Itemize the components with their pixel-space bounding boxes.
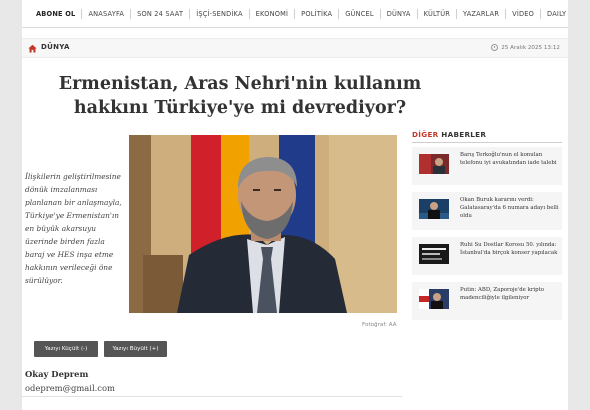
news-title[interactable]: Putin: ABD, Zaporoje'de kripto madencili… [460, 286, 560, 302]
nav-item-abone-ol[interactable]: ABONE OL [34, 8, 83, 19]
right-gutter [568, 0, 590, 410]
news-title[interactable]: Okan Buruk kararını verdi: Galatasaray'd… [460, 196, 560, 220]
article-title: Ermenistan, Aras Nehri'nin kullanım hakk… [58, 74, 422, 118]
top-nav: ABONE OL ANASAYFA SON 24 SAAT İŞÇİ-SENDİ… [22, 0, 568, 28]
sidebar-other-news: DİĞER HABERLER Barış Terkoğlu'nun el kon… [412, 130, 562, 320]
divider [22, 396, 402, 397]
nav-item-anasayfa[interactable]: ANASAYFA [82, 8, 132, 19]
page: ABONE OL ANASAYFA SON 24 SAAT İŞÇİ-SENDİ… [22, 0, 568, 410]
sidebar-heading-rest: HABERLER [438, 130, 487, 139]
nav-item-isci-sendika[interactable]: İŞÇİ-SENDİKA [190, 8, 250, 19]
news-item[interactable]: Putin: ABD, Zaporoje'de kripto madencili… [412, 282, 562, 320]
news-thumbnail[interactable] [419, 199, 449, 219]
news-item[interactable]: Okan Buruk kararını verdi: Galatasaray'd… [412, 192, 562, 230]
nav-item-guncel[interactable]: GÜNCEL [339, 8, 381, 19]
section-bar: DÜNYA 25 Aralık 2025 13:12 [22, 38, 568, 58]
news-thumbnail[interactable] [419, 154, 449, 174]
nav-item-son-24-saat[interactable]: SON 24 SAAT [131, 8, 191, 19]
clock-icon [491, 44, 499, 51]
left-gutter [0, 0, 22, 410]
news-thumbnail[interactable] [419, 244, 449, 264]
news-title[interactable]: Barış Terkoğlu'nun el konulan telefonu i… [460, 151, 560, 167]
nav-item-kultur[interactable]: KÜLTÜR [418, 8, 457, 19]
home-icon[interactable] [28, 44, 37, 53]
photo-illustration [129, 135, 397, 313]
news-thumbnail[interactable] [419, 289, 449, 309]
section-name[interactable]: DÜNYA [41, 43, 70, 51]
nav-item-video[interactable]: VİDEO [506, 8, 542, 19]
nav-item-ekonomi[interactable]: EKONOMİ [250, 8, 296, 19]
article-spot: İlişkilerin geliştirilmesine dönük imzal… [25, 172, 122, 285]
increase-font-button[interactable]: Yazıyı Büyült (+) [104, 341, 167, 357]
author-email[interactable]: odeprem@gmail.com [25, 383, 115, 393]
photo-credit: Fotoğraf: AA [362, 322, 397, 328]
date-text: 25 Aralık 2025 13:12 [501, 44, 560, 51]
news-item[interactable]: Barış Terkoğlu'nun el konulan telefonu i… [412, 147, 562, 185]
sidebar-heading: DİĞER HABERLER [412, 130, 562, 143]
decrease-font-button[interactable]: Yazıyı Küçült (-) [34, 341, 98, 357]
news-title[interactable]: Ruhi Su Dostlar Korosu 50. yılında: İsta… [460, 241, 560, 257]
publish-date: 25 Aralık 2025 13:12 [491, 44, 560, 51]
nav-item-politika[interactable]: POLİTİKA [295, 8, 340, 19]
author-name[interactable]: Okay Deprem [25, 369, 88, 379]
nav-item-yazarlar[interactable]: YAZARLAR [457, 8, 507, 19]
article-photo [129, 135, 397, 313]
nav-item-dunya[interactable]: DÜNYA [381, 8, 418, 19]
nav-item-daily[interactable]: DAILY [541, 9, 568, 19]
news-item[interactable]: Ruhi Su Dostlar Korosu 50. yılında: İsta… [412, 237, 562, 275]
sidebar-heading-accent: DİĞER [412, 130, 439, 139]
